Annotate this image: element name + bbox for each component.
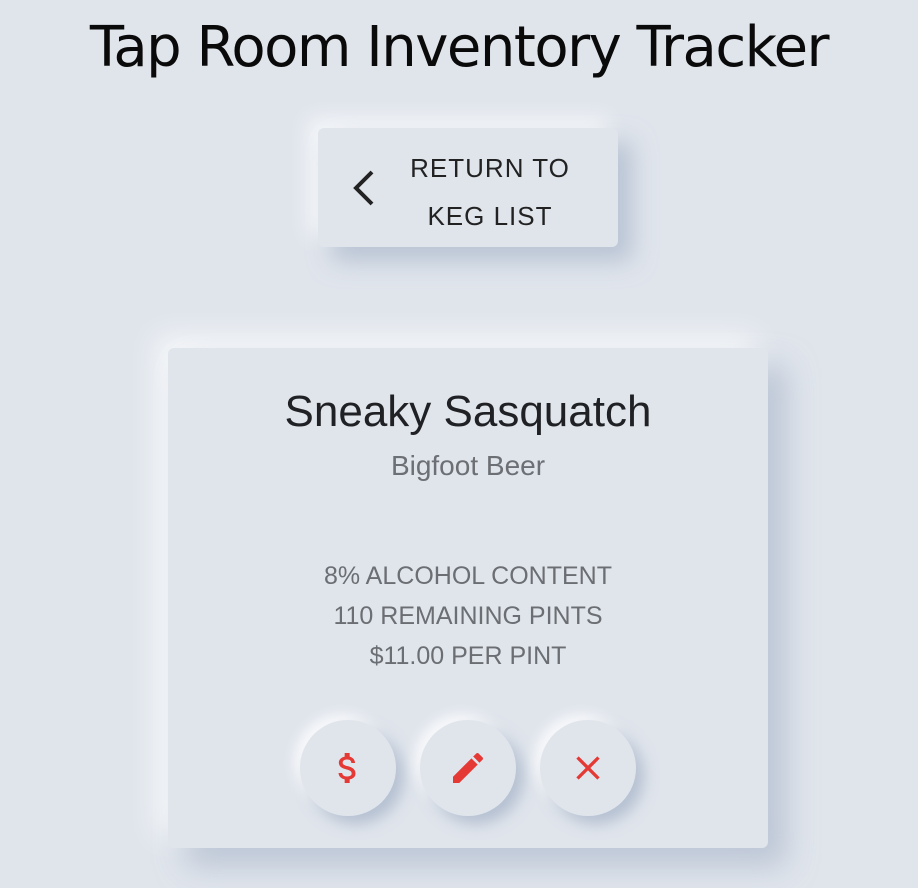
keg-detail-card: Sneaky Sasquatch Bigfoot Beer 8% ALCOHOL…: [168, 348, 768, 848]
alcohol-content: 8% ALCOHOL CONTENT: [323, 562, 613, 590]
keg-brewery: Bigfoot Beer: [390, 450, 546, 481]
return-label-line2: KEG LIST: [427, 201, 553, 231]
return-to-keg-list-button[interactable]: RETURN TO KEG LIST: [318, 128, 618, 247]
dollar-icon: [338, 753, 356, 783]
price-per-pint: $11.00 PER PINT: [369, 642, 567, 670]
delete-keg-button[interactable]: [540, 720, 636, 816]
sell-pint-button[interactable]: [300, 720, 396, 816]
pencil-icon: [453, 752, 484, 783]
return-label-line1: RETURN TO: [410, 153, 570, 183]
chevron-left-icon: [353, 170, 374, 206]
page: Tap Room Inventory Tracker RETURN TO KEG…: [0, 0, 918, 888]
remaining-pints: 110 REMAINING PINTS: [333, 602, 603, 630]
keg-name: Sneaky Sasquatch: [284, 387, 652, 436]
edit-keg-button[interactable]: [420, 720, 516, 816]
keg-stats: 8% ALCOHOL CONTENT 110 REMAINING PINTS $…: [168, 556, 768, 676]
close-icon: [576, 756, 600, 780]
return-button-label: RETURN TO KEG LIST: [390, 144, 590, 240]
page-title: Tap Room Inventory Tracker: [89, 15, 830, 80]
